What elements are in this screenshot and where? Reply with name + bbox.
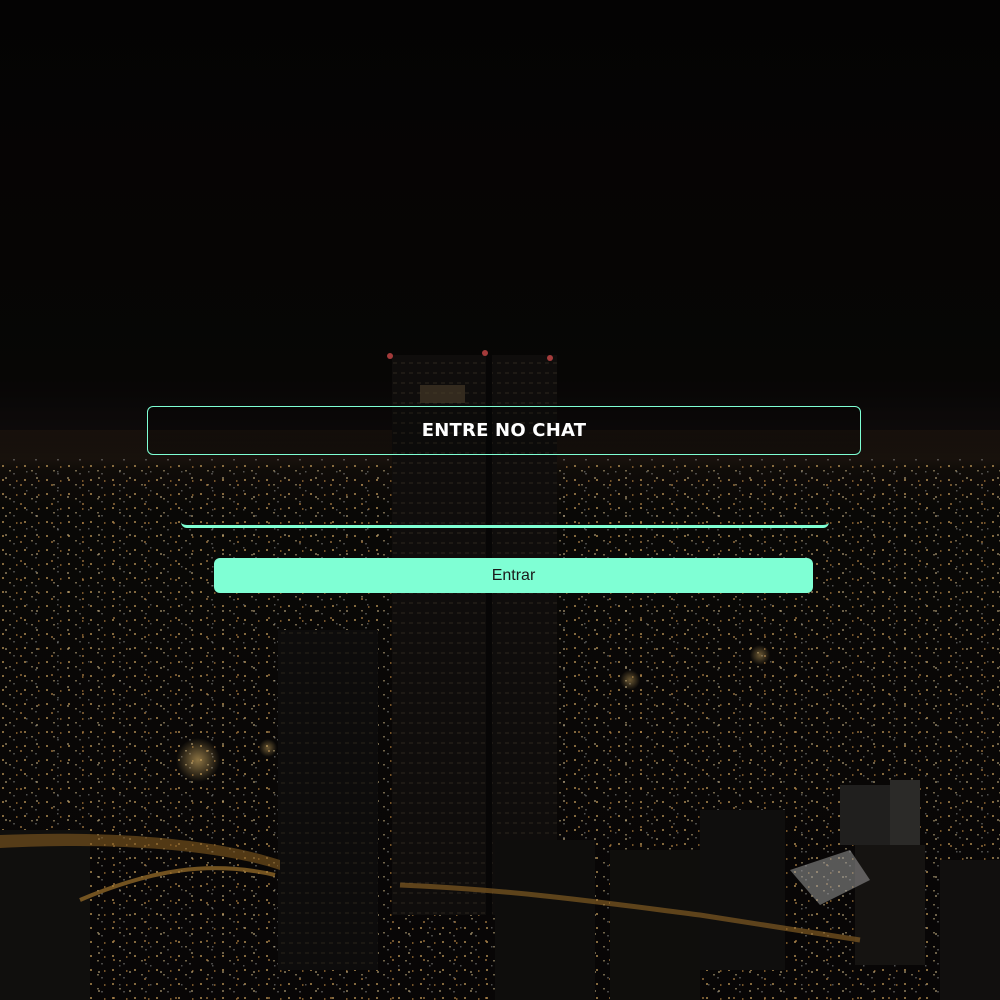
chat-title-panel: ENTRE NO CHAT [147,406,861,455]
name-input[interactable] [181,490,829,528]
login-page: ENTRE NO CHAT Entrar [0,0,1000,1000]
enter-button[interactable]: Entrar [214,558,813,593]
page-title: ENTRE NO CHAT [421,420,587,441]
